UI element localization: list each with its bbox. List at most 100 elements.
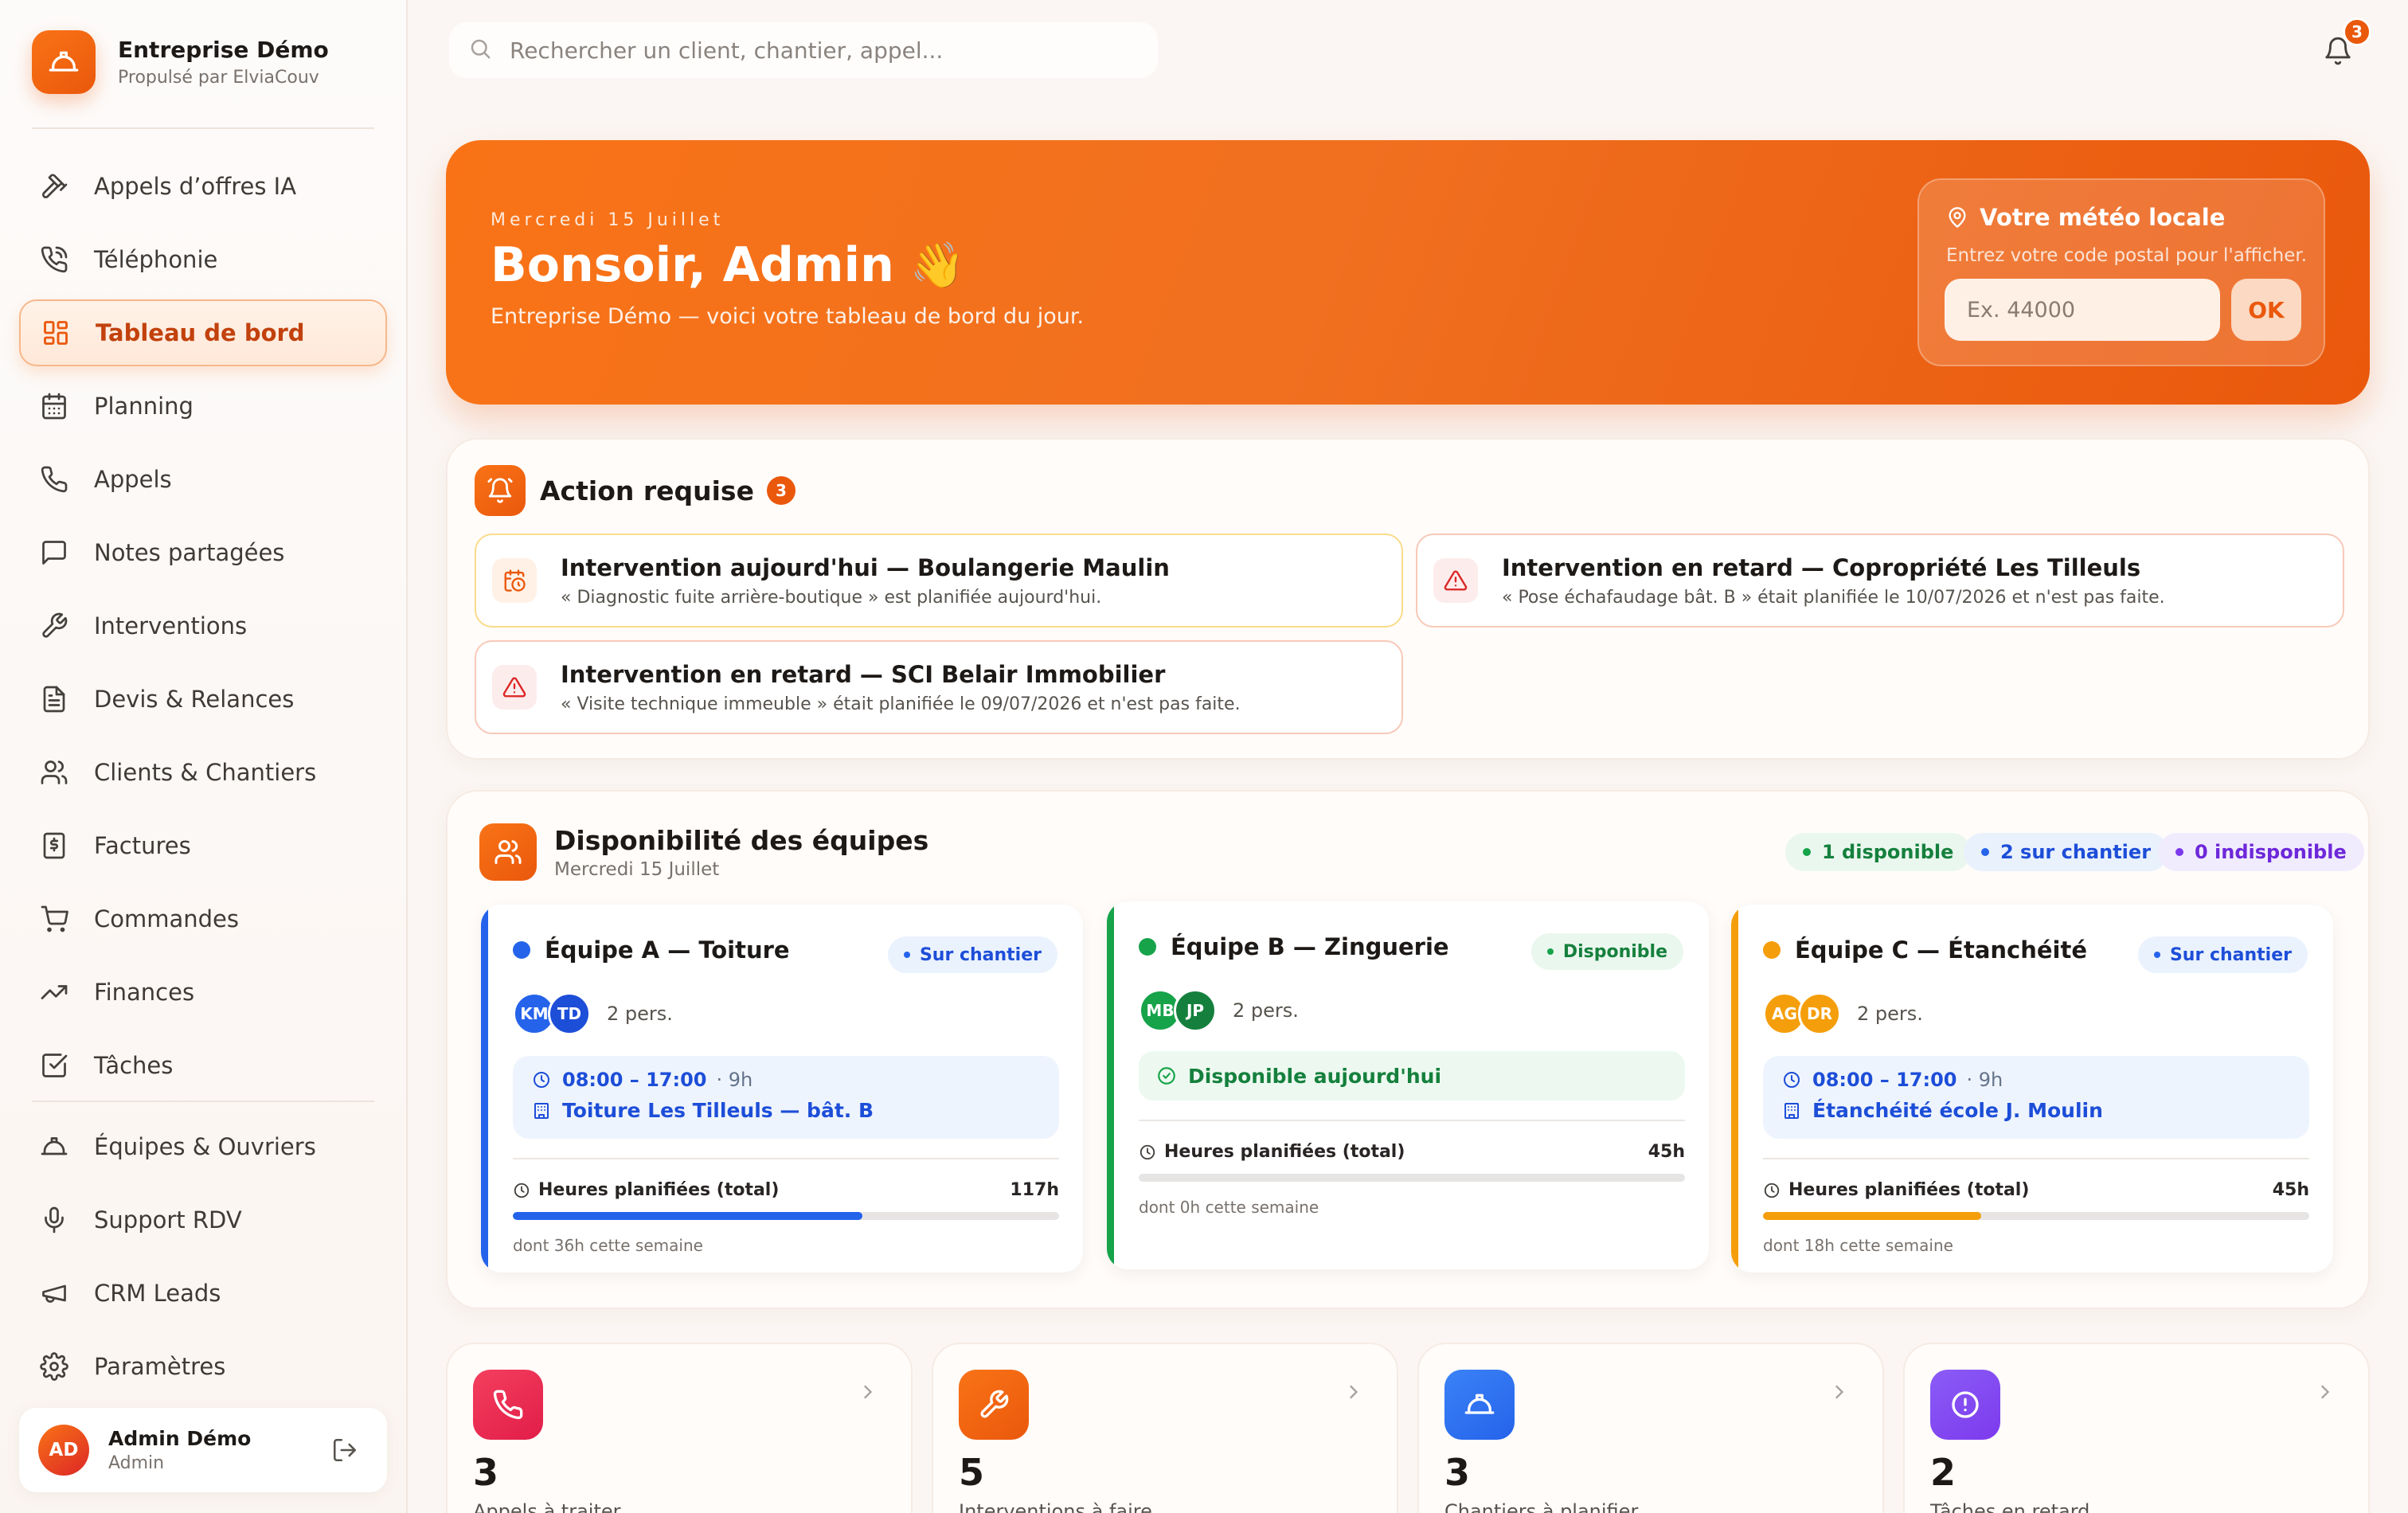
- panel-title: Disponibilité des équipes: [554, 824, 929, 856]
- status-dot: [1803, 848, 1811, 856]
- clock-icon: [1139, 1144, 1156, 1161]
- pill-label: 2 sur chantier: [2000, 841, 2152, 863]
- team-color-dot: [513, 941, 530, 959]
- stat-card-taches[interactable]: 2 Tâches en retard: [1903, 1343, 2370, 1513]
- team-card-c[interactable]: Équipe C — Étanchéité Sur chantier AG DR…: [1731, 905, 2333, 1273]
- nav-item-parametres[interactable]: Paramètres: [19, 1333, 387, 1400]
- team-card-a[interactable]: Équipe A — Toiture Sur chantier KM TD 2 …: [481, 905, 1083, 1273]
- week-hours: dont 36h cette semaine: [513, 1236, 703, 1255]
- alert-title: Intervention aujourd'hui — Boulangerie M…: [561, 553, 1170, 581]
- slot-time: 08:00 – 17:00 · 9h: [532, 1069, 1040, 1091]
- avatar: JP: [1174, 989, 1217, 1032]
- postal-code-input[interactable]: [1945, 279, 2220, 341]
- nav-item-interventions[interactable]: Interventions: [19, 592, 387, 659]
- schedule-slot[interactable]: 08:00 – 17:00 · 9h Étanchéité école J. M…: [1763, 1056, 2309, 1139]
- helmet-icon: [32, 30, 96, 94]
- pill-label: 0 indisponible: [2195, 841, 2347, 863]
- stat-label: Chantiers à planifier: [1444, 1500, 1639, 1513]
- nav-item-taches[interactable]: Tâches: [19, 1032, 387, 1099]
- nav-item-planning[interactable]: Planning: [19, 373, 387, 440]
- slot-site-text: Toiture Les Tilleuls — bât. B: [562, 1099, 874, 1122]
- users-icon: [479, 823, 537, 881]
- nav-item-factures[interactable]: Factures: [19, 812, 387, 879]
- stat-card-interventions[interactable]: 5 Interventions à faire: [932, 1343, 1398, 1513]
- team-name: Équipe B — Zinguerie: [1139, 933, 1449, 960]
- nav-item-devis[interactable]: Devis & Relances: [19, 666, 387, 733]
- helmet-icon: [1444, 1370, 1515, 1440]
- slot-time-text: 08:00 – 17:00: [1812, 1069, 1957, 1091]
- nav-item-notes[interactable]: Notes partagées: [19, 519, 387, 586]
- brand[interactable]: Entreprise Démo Propulsé par ElviaCouv: [32, 30, 329, 94]
- nav-label: CRM Leads: [94, 1280, 221, 1307]
- alert-card[interactable]: Intervention en retard — SCI Belair Immo…: [475, 640, 1403, 734]
- team-members: MB JP 2 pers.: [1139, 989, 1299, 1032]
- clock-icon: [532, 1070, 551, 1089]
- nav-item-equipes[interactable]: Équipes & Ouvriers: [19, 1113, 387, 1180]
- nav-item-crm-leads[interactable]: CRM Leads: [19, 1260, 387, 1327]
- slot-duration: · 9h: [1966, 1069, 2003, 1091]
- weather-title-text: Votre météo locale: [1980, 204, 2226, 231]
- weather-title: Votre météo locale: [1946, 204, 2225, 231]
- gear-icon: [38, 1351, 70, 1382]
- megaphone-icon: [38, 1277, 70, 1309]
- user-card[interactable]: AD Admin Démo Admin: [19, 1408, 387, 1492]
- nav-item-appels[interactable]: Appels: [19, 446, 387, 513]
- schedule-slot[interactable]: 08:00 – 17:00 · 9h Toiture Les Tilleuls …: [513, 1056, 1059, 1139]
- progress-fill: [513, 1212, 863, 1220]
- notification-badge: 3: [2343, 18, 2371, 46]
- team-card-b[interactable]: Équipe B — Zinguerie Disponible MB JP 2 …: [1107, 901, 1709, 1269]
- stat-label: Tâches en retard: [1930, 1500, 2090, 1513]
- nav-item-commandes[interactable]: Commandes: [19, 886, 387, 952]
- nav-label: Factures: [94, 832, 191, 859]
- divider: [1763, 1158, 2309, 1159]
- dashboard-icon: [40, 317, 72, 349]
- nav-item-appels-offres[interactable]: Appels d’offres IA: [19, 153, 387, 220]
- alert-title: Intervention en retard — Copropriété Les…: [1502, 553, 2141, 581]
- team-name-text: Équipe A — Toiture: [545, 936, 790, 964]
- hours-label: Heures planifiées (total): [1164, 1142, 1405, 1162]
- nav-item-finances[interactable]: Finances: [19, 959, 387, 1026]
- nav-item-tableau-de-bord[interactable]: Tableau de bord: [19, 299, 387, 366]
- hours-progress-bar: [1139, 1174, 1685, 1182]
- status-dot: [1546, 948, 1554, 955]
- hours-progress-bar: [1763, 1212, 2309, 1220]
- stat-card-chantiers[interactable]: 3 Chantiers à planifier: [1417, 1343, 1884, 1513]
- weather-ok-button[interactable]: OK: [2231, 279, 2301, 341]
- nav-item-clients[interactable]: Clients & Chantiers: [19, 739, 387, 806]
- alert-description: « Visite technique immeuble » était plan…: [561, 694, 1241, 714]
- status-badge-label: Sur chantier: [2169, 944, 2292, 965]
- checkbox-icon: [38, 1050, 70, 1081]
- status-dot: [2175, 848, 2183, 856]
- wrench-icon: [959, 1370, 1029, 1440]
- nav-item-support-rdv[interactable]: Support RDV: [19, 1187, 387, 1253]
- status-badge: Sur chantier: [2137, 936, 2308, 973]
- search-icon: [468, 37, 492, 64]
- microphone-icon: [38, 1204, 70, 1236]
- status-badge: Sur chantier: [887, 936, 1057, 973]
- avatar: AD: [38, 1425, 89, 1476]
- nav-label: Tableau de bord: [96, 319, 305, 346]
- search-input[interactable]: [510, 37, 1147, 64]
- search-bar[interactable]: [449, 22, 1158, 78]
- team-name-text: Équipe C — Étanchéité: [1795, 936, 2088, 964]
- calendar-icon: [38, 390, 70, 422]
- alert-card[interactable]: Intervention aujourd'hui — Boulangerie M…: [475, 534, 1403, 627]
- stat-card-calls[interactable]: 3 Appels à traiter: [446, 1343, 913, 1513]
- team-color-bar: [481, 905, 488, 1273]
- greeting: Bonsoir, Admin 👋: [491, 237, 966, 293]
- logout-icon[interactable]: [331, 1437, 358, 1467]
- nav-label: Équipes & Ouvriers: [94, 1133, 316, 1160]
- chevron-right-icon: [2314, 1381, 2336, 1406]
- stat-label: Interventions à faire: [959, 1500, 1152, 1513]
- status-badge: Disponible: [1530, 933, 1683, 970]
- clock-icon: [1782, 1070, 1801, 1089]
- trend-icon: [38, 976, 70, 1008]
- divider: [32, 1101, 374, 1102]
- alert-card[interactable]: Intervention en retard — Copropriété Les…: [1416, 534, 2344, 627]
- member-count: 2 pers.: [607, 1003, 673, 1025]
- nav-item-telephonie[interactable]: Téléphonie: [19, 226, 387, 293]
- warning-icon: [492, 665, 537, 710]
- avatar: DR: [1798, 992, 1841, 1035]
- nav-label: Paramètres: [94, 1353, 226, 1380]
- team-color-dot: [1763, 941, 1781, 959]
